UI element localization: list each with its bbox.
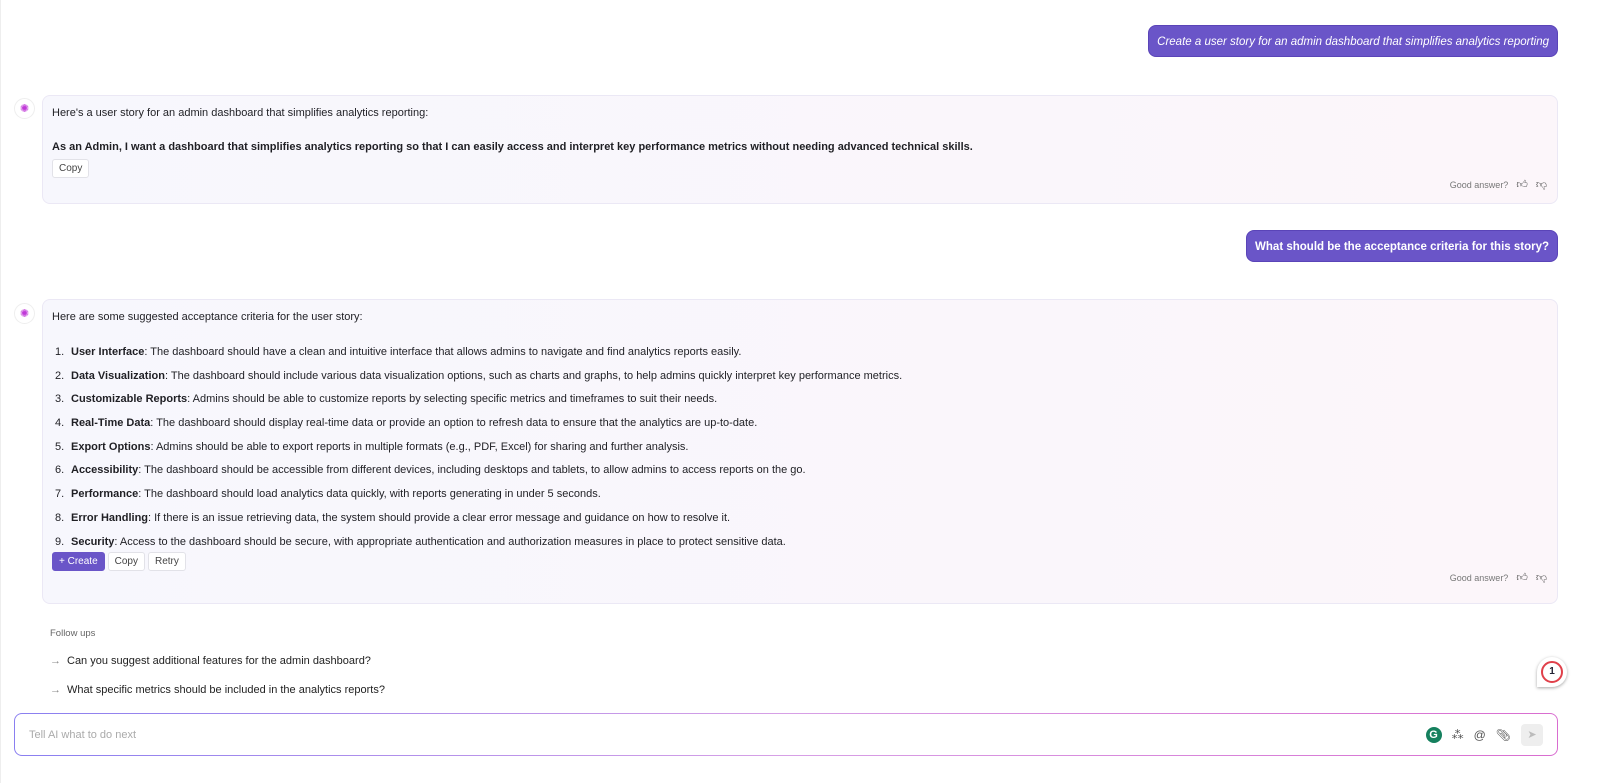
item-text: : Admins should be able to customize rep… <box>187 393 718 406</box>
thumbs-down-icon[interactable]: 👎︎ <box>1536 571 1547 584</box>
arrow-right-icon: → <box>50 684 61 696</box>
thumbs-down-icon[interactable]: 👎︎ <box>1536 178 1547 191</box>
thumbs-up-icon[interactable]: 👍︎ <box>1516 178 1528 191</box>
feedback: Good answer? 👍︎ 👎︎ <box>1450 571 1547 584</box>
feedback-label: Good answer? <box>1449 572 1509 583</box>
feedback-label: Good answer? <box>1449 179 1509 190</box>
notification-badge[interactable]: 1 <box>1537 657 1567 687</box>
left-border <box>0 0 1 783</box>
criteria-item: 3. Customizable Reports: Admins should be… <box>52 392 1548 416</box>
ai-reply-card: Here's a user story for an admin dashboa… <box>42 95 1558 204</box>
followup-item[interactable]: → What specific metrics should be include… <box>50 684 385 696</box>
followups-label: Follow ups <box>50 628 96 639</box>
reply-intro: Here are some suggested acceptance crite… <box>52 311 363 323</box>
user-message: Create a user story for an admin dashboa… <box>1148 25 1558 57</box>
item-number: 3. <box>55 393 65 406</box>
item-text: : The dashboard should include various d… <box>164 369 903 382</box>
criteria-item: 2. Data Visualization: The dashboard shou… <box>52 369 1548 393</box>
followup-text: Can you suggest additional features for … <box>67 655 371 667</box>
item-text: : The dashboard should have a clean and … <box>144 346 742 358</box>
arrow-right-icon: → <box>50 655 61 667</box>
item-title: Real-Time Data <box>71 417 151 430</box>
criteria-item: 4. Real-Time Data: The dashboard should d… <box>52 416 1548 440</box>
item-number: 8. <box>55 511 65 524</box>
paperclip-icon[interactable]: 📎︎ <box>1496 728 1511 742</box>
ai-avatar-icon: ✺ <box>14 303 35 324</box>
criteria-list: 1. User Interface: The dashboard should h… <box>52 345 1548 558</box>
item-number: 5. <box>55 440 65 453</box>
copy-button[interactable]: Copy <box>52 159 90 178</box>
thumbs-up-icon[interactable]: 👍︎ <box>1516 571 1528 584</box>
item-text: : Access to the dashboard should be secu… <box>114 535 786 548</box>
ai-reply-card: Here are some suggested acceptance crite… <box>42 299 1558 604</box>
mention-icon[interactable]: @ <box>1474 728 1486 742</box>
item-number: 6. <box>55 464 65 477</box>
item-number: 2. <box>55 369 65 382</box>
item-title: Accessibility <box>71 464 139 477</box>
criteria-item: 7. Performance: The dashboard should load… <box>52 487 1548 511</box>
criteria-item: 5. Export Options: Admins should be able … <box>52 440 1548 464</box>
item-title: User Interface <box>71 346 145 358</box>
criteria-item: 6. Accessibility: The dashboard should be… <box>52 463 1548 487</box>
feedback: Good answer? 👍︎ 👎︎ <box>1450 178 1547 191</box>
item-number: 7. <box>55 488 65 501</box>
composer: G ⁂ @ 📎︎ ➤ <box>14 713 1558 756</box>
ai-avatar-icon: ✺ <box>14 98 35 119</box>
item-text: : The dashboard should be accessible fro… <box>138 464 806 477</box>
grammarly-icon[interactable]: G <box>1425 726 1442 743</box>
prompt-input[interactable] <box>29 728 1426 741</box>
item-title: Performance <box>71 488 139 501</box>
criteria-item: 1. User Interface: The dashboard should h… <box>52 345 1548 369</box>
item-title: Customizable Reports <box>71 393 188 406</box>
item-title: Security <box>71 535 115 548</box>
user-story: As an Admin, I want a dashboard that sim… <box>52 141 973 153</box>
item-text: : The dashboard should load analytics da… <box>138 488 601 501</box>
followup-text: What specific metrics should be included… <box>67 684 385 696</box>
notification-count: 1 <box>1541 661 1563 683</box>
item-title: Error Handling <box>71 511 149 524</box>
item-number: 9. <box>55 535 65 548</box>
send-icon[interactable]: ➤ <box>1521 723 1543 746</box>
item-text: : If there is an issue retrieving data, … <box>148 511 731 524</box>
create-button[interactable]: + Create <box>52 552 105 572</box>
item-title: Data Visualization <box>71 369 165 382</box>
criteria-item: 8. Error Handling: If there is an issue r… <box>52 511 1548 535</box>
item-text: : The dashboard should display real-time… <box>150 417 758 430</box>
item-number: 1. <box>55 346 65 358</box>
reply-intro: Here's a user story for an admin dashboa… <box>52 107 429 119</box>
item-number: 4. <box>55 417 65 430</box>
item-text: : Admins should be able to export report… <box>150 440 689 453</box>
followup-item[interactable]: → Can you suggest additional features for… <box>50 655 371 667</box>
copy-button[interactable]: Copy <box>107 552 145 572</box>
item-title: Export Options <box>71 440 151 453</box>
sparkle-icon[interactable]: ⁂ <box>1452 728 1464 742</box>
user-message: What should be the acceptance criteria f… <box>1246 230 1558 262</box>
retry-button[interactable]: Retry <box>148 552 186 572</box>
